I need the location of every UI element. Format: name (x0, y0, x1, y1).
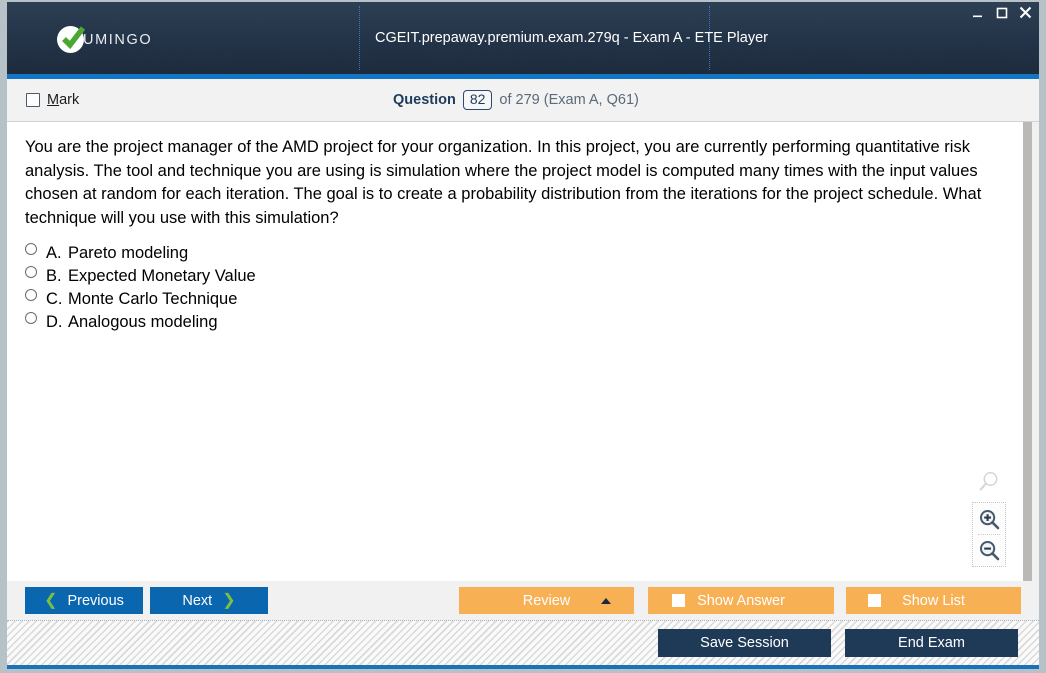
answer-text-d: Analogous modeling (68, 313, 218, 331)
next-button[interactable]: Next ❯ (150, 587, 268, 614)
question-counter: Question 82 of 279 (Exam A, Q61) (393, 90, 639, 110)
zoom-buttons-panel (972, 502, 1006, 567)
magnifier-icon (978, 471, 1000, 498)
content-area: You are the project manager of the AMD p… (7, 122, 1039, 581)
end-exam-button-label: End Exam (898, 635, 965, 651)
next-button-label: Next (182, 592, 213, 609)
title-bar: UMINGO CGEIT.prepaway.premium.exam.279q … (7, 2, 1039, 74)
answer-radio-a[interactable] (25, 243, 37, 255)
save-session-button[interactable]: Save Session (658, 629, 831, 657)
minimize-icon[interactable] (970, 4, 985, 19)
mark-checkbox-box[interactable] (26, 93, 40, 107)
answer-options-list: A. Pareto modeling B. Expected Monetary … (25, 243, 1009, 332)
answer-text-b: Expected Monetary Value (68, 267, 256, 285)
zoom-tool-cluster (972, 471, 1006, 567)
chevron-up-icon (601, 597, 611, 604)
review-button[interactable]: Review (459, 587, 634, 614)
answer-option-d[interactable]: D. Analogous modeling (25, 312, 1009, 332)
check-icon (62, 26, 86, 50)
answer-option-b[interactable]: B. Expected Monetary Value (25, 266, 1009, 286)
answer-radio-d[interactable] (25, 312, 37, 324)
zoom-in-icon[interactable] (975, 506, 1003, 532)
zoom-out-icon[interactable] (975, 537, 1003, 563)
chevron-left-icon: ❮ (44, 591, 58, 609)
previous-button[interactable]: ❮ Previous (25, 587, 143, 614)
close-icon[interactable] (1018, 4, 1033, 19)
answer-radio-b[interactable] (25, 266, 37, 278)
bottom-action-bar: Save Session End Exam (7, 621, 1039, 669)
question-text: You are the project manager of the AMD p… (25, 138, 982, 227)
window-frame: UMINGO CGEIT.prepaway.premium.exam.279q … (0, 0, 1046, 673)
window-controls (970, 4, 1033, 19)
show-answer-button[interactable]: Show Answer (648, 587, 834, 614)
show-list-button[interactable]: Show List (846, 587, 1021, 614)
answer-radio-c[interactable] (25, 289, 37, 301)
zoom-panel-divider (978, 534, 1000, 535)
question-word: Question (393, 92, 456, 108)
logo-circle (57, 26, 86, 53)
question-info-bar: Mark Question 82 of 279 (Exam A, Q61) (7, 79, 1039, 122)
window-title: CGEIT.prepaway.premium.exam.279q - Exam … (375, 30, 768, 46)
question-panel: You are the project manager of the AMD p… (7, 122, 1032, 581)
show-answer-button-label: Show Answer (697, 592, 785, 609)
question-total-label: of 279 (Exam A, Q61) (499, 92, 639, 108)
vumingo-logo: UMINGO (57, 26, 152, 53)
review-button-label: Review (522, 592, 571, 609)
answer-letter-d: D. (46, 313, 63, 331)
mark-label: Mark (47, 92, 80, 108)
brand-name: UMINGO (83, 31, 153, 48)
end-exam-button[interactable]: End Exam (845, 629, 1018, 657)
answer-text-a: Pareto modeling (68, 244, 189, 262)
answer-option-a[interactable]: A. Pareto modeling (25, 243, 1009, 263)
save-session-button-label: Save Session (700, 635, 789, 651)
show-list-checkbox[interactable] (868, 594, 881, 607)
question-number-field[interactable]: 82 (462, 90, 493, 110)
mark-checkbox[interactable]: Mark (26, 92, 79, 108)
answer-text-c: Monte Carlo Technique (68, 290, 238, 308)
answer-option-c[interactable]: C. Monte Carlo Technique (25, 289, 1009, 309)
navigation-toolbar: ❮ Previous Next ❯ Review Show Answer Sho… (7, 581, 1039, 621)
answer-letter-a: A. (46, 244, 62, 262)
previous-button-label: Previous (67, 592, 124, 609)
chevron-right-icon: ❯ (222, 591, 236, 609)
answer-letter-c: C. (46, 290, 63, 308)
answer-letter-b: B. (46, 267, 62, 285)
show-answer-checkbox[interactable] (672, 594, 685, 607)
ete-player-window: UMINGO CGEIT.prepaway.premium.exam.279q … (0, 0, 1046, 673)
header-divider-left (359, 6, 360, 70)
maximize-icon[interactable] (994, 4, 1009, 19)
show-list-button-label: Show List (902, 592, 965, 609)
